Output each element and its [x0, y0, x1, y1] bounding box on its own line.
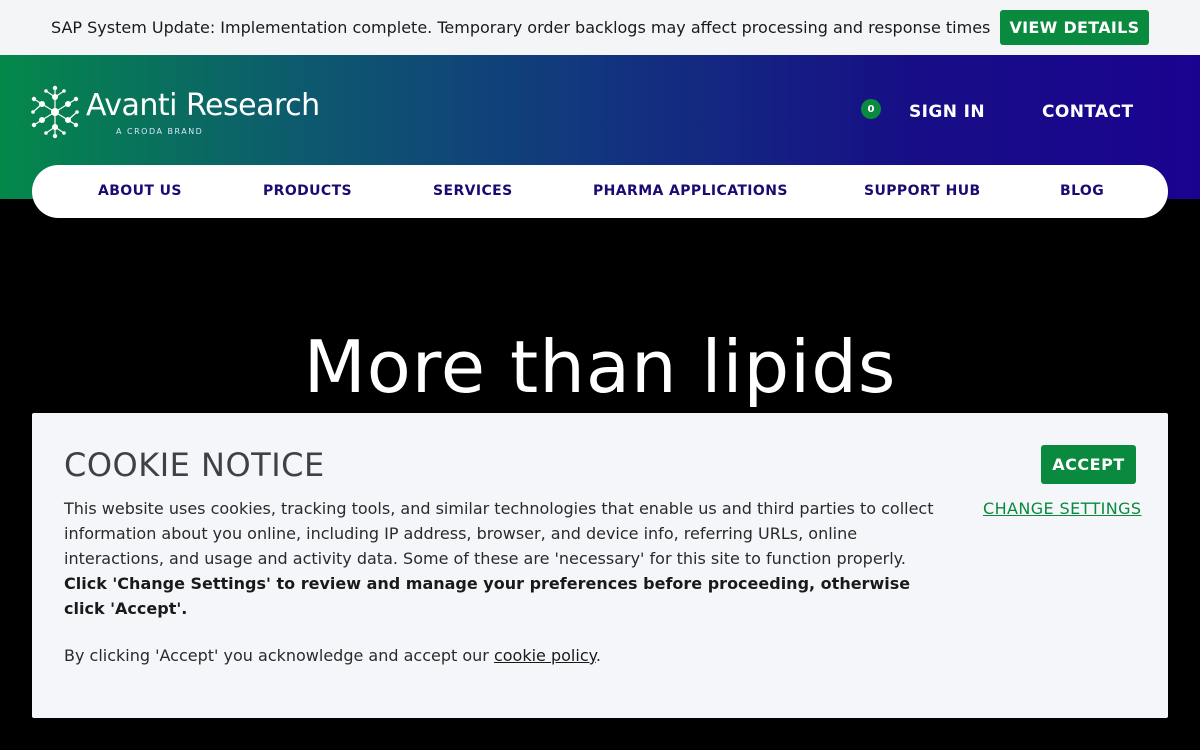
- hero-title: More than lipids: [303, 325, 897, 409]
- cookie-policy-link[interactable]: cookie policy: [494, 646, 596, 665]
- logo-subtitle: A CRODA BRAND: [116, 127, 204, 136]
- accept-button[interactable]: ACCEPT: [1041, 445, 1136, 484]
- cookie-body: This website uses cookies, tracking tool…: [64, 496, 944, 621]
- nav-item-about-us[interactable]: ABOUT US: [98, 183, 182, 199]
- cookie-foot-prefix: By clicking 'Accept' you acknowledge and…: [64, 646, 494, 665]
- cart-count-badge[interactable]: 0: [861, 99, 881, 119]
- nav-item-blog[interactable]: BLOG: [1060, 183, 1104, 199]
- cookie-body-text: This website uses cookies, tracking tool…: [64, 499, 934, 568]
- sign-in-link[interactable]: SIGN IN: [909, 102, 985, 122]
- logo-text: Avanti Research: [86, 88, 320, 123]
- nav-item-services[interactable]: SERVICES: [433, 183, 513, 199]
- announcement-text: SAP System Update: Implementation comple…: [51, 18, 991, 37]
- logo[interactable]: Avanti Research A CRODA BRAND: [30, 85, 320, 139]
- cookie-footnote: By clicking 'Accept' you acknowledge and…: [64, 646, 601, 665]
- cookie-notice: COOKIE NOTICE This website uses cookies,…: [32, 413, 1168, 718]
- logo-icon: [31, 85, 79, 139]
- nav-item-support-hub[interactable]: SUPPORT HUB: [864, 183, 981, 199]
- nav-item-products[interactable]: PRODUCTS: [263, 183, 352, 199]
- cookie-title: COOKIE NOTICE: [64, 446, 325, 484]
- contact-link[interactable]: CONTACT: [1042, 102, 1133, 122]
- cookie-foot-suffix: .: [595, 646, 601, 665]
- main-nav: ABOUT US PRODUCTS SERVICES PHARMA APPLIC…: [32, 165, 1168, 218]
- cookie-body-bold: Click 'Change Settings' to review and ma…: [64, 574, 911, 618]
- nav-item-pharma-applications[interactable]: PHARMA APPLICATIONS: [593, 183, 788, 199]
- announcement-bar: SAP System Update: Implementation comple…: [0, 0, 1200, 55]
- change-settings-link[interactable]: CHANGE SETTINGS: [983, 499, 1141, 518]
- view-details-button[interactable]: VIEW DETAILS: [1000, 10, 1149, 45]
